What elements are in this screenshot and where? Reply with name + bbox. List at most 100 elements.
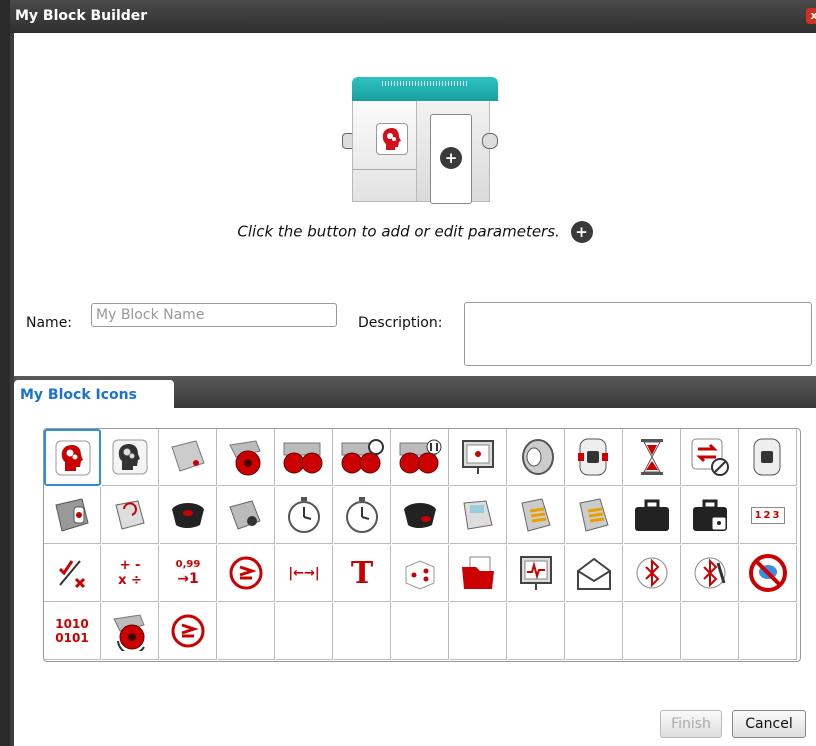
icon-cell[interactable] [102, 603, 159, 660]
icon-cell[interactable]: 123 [740, 487, 797, 544]
icon-grid: 123 + -x ÷ 0,99 →1 |←→| T 1010 0101 [43, 428, 801, 662]
icon-cell[interactable] [44, 429, 101, 486]
loop-interrupt-icon [688, 435, 732, 479]
icon-cell[interactable] [392, 429, 449, 486]
icon-cell[interactable] [508, 487, 565, 544]
dialog-title: My Block Builder [15, 8, 148, 24]
icon-cell[interactable] [160, 429, 217, 486]
icon-cell[interactable] [160, 487, 217, 544]
close-icon[interactable]: x [806, 8, 816, 24]
description-input[interactable] [464, 302, 812, 366]
block-head-icon [376, 123, 408, 155]
icon-cell[interactable] [624, 429, 681, 486]
icon-cell[interactable] [508, 429, 565, 486]
icon-cell[interactable] [392, 487, 449, 544]
icon-cell[interactable] [102, 429, 159, 486]
icon-cell[interactable] [450, 545, 507, 602]
block-editor-panel: + Click the button to add or edit parame… [14, 33, 816, 376]
icon-cell[interactable] [624, 545, 681, 602]
medium-motor-icon [166, 435, 210, 479]
icon-cell[interactable]: + -x ÷ [102, 545, 159, 602]
temperature-sensor-icon [572, 493, 616, 537]
icon-cell[interactable] [334, 487, 391, 544]
bluetooth-off-icon [688, 551, 732, 595]
energy-meter-icon [514, 493, 558, 537]
cancel-button[interactable]: Cancel [732, 710, 806, 738]
display-icon [456, 435, 500, 479]
icon-cell[interactable] [508, 545, 565, 602]
messaging-envelope-icon [572, 551, 616, 595]
icon-cell[interactable] [566, 429, 623, 486]
move-steering-wheel-icon [340, 435, 384, 479]
icon-cell[interactable] [44, 487, 101, 544]
wait-hourglass-icon [630, 435, 674, 479]
instruction-row: Click the button to add or edit paramete… [14, 221, 816, 243]
empty-icon-cell [682, 603, 739, 660]
icon-cell[interactable] [160, 603, 217, 660]
icon-cell[interactable] [450, 487, 507, 544]
empty-icon-cell [566, 603, 623, 660]
binary-1010-0101-icon: 1010 0101 [55, 617, 89, 645]
icon-cell[interactable] [276, 429, 333, 486]
empty-icon-cell [508, 603, 565, 660]
empty-icon-cell [450, 603, 507, 660]
icon-cell[interactable]: 1010 0101 [44, 603, 101, 660]
icon-cell[interactable] [218, 487, 275, 544]
random-dice-icon [398, 551, 442, 595]
suitcase-lock-icon [688, 493, 732, 537]
icon-cell[interactable] [218, 429, 275, 486]
block-cap [352, 77, 498, 101]
brick-status-light-icon [572, 435, 616, 479]
icon-cell[interactable] [450, 429, 507, 486]
my-block-builder-dialog: My Block Builder x + Click the button to… [10, 0, 816, 746]
icon-cell[interactable] [392, 545, 449, 602]
timer-icon [340, 493, 384, 537]
move-steering-pair-icon [282, 435, 326, 479]
description-label: Description: [358, 315, 443, 331]
data-logging-icon [514, 551, 558, 595]
icon-cell[interactable] [566, 545, 623, 602]
finish-button[interactable]: Finish [660, 710, 722, 738]
output-plug-icon [482, 133, 498, 149]
motor-rotation-icon [224, 493, 268, 537]
add-parameter-button[interactable]: + [440, 147, 462, 169]
text-icon: T [350, 555, 374, 591]
icon-cell[interactable] [44, 545, 101, 602]
empty-icon-cell [276, 603, 333, 660]
icon-cell[interactable] [682, 545, 739, 602]
icon-cell[interactable] [740, 545, 797, 602]
icon-cell[interactable] [566, 487, 623, 544]
ir-beacon-icon [456, 493, 500, 537]
file-access-icon [456, 551, 500, 595]
icon-cell[interactable] [102, 487, 159, 544]
tab-my-block-icons[interactable]: My Block Icons [14, 380, 174, 408]
brain-gears-red-icon [51, 436, 95, 480]
empty-icon-cell [624, 603, 681, 660]
icon-cell[interactable]: |←→| [276, 545, 333, 602]
round-number-icon: 0,99 →1 [175, 559, 201, 587]
icon-cell[interactable] [740, 429, 797, 486]
empty-icon-cell [334, 603, 391, 660]
empty-icon-cell [392, 603, 449, 660]
icon-cell[interactable] [624, 487, 681, 544]
title-bar[interactable]: My Block Builder x [10, 0, 816, 33]
move-tank-icon [398, 435, 442, 479]
tab-bar: My Block Icons [14, 376, 816, 408]
icon-cell[interactable]: 0,99 →1 [160, 545, 217, 602]
numbers-123-icon: 123 [746, 493, 790, 537]
math-operators-icon: + -x ÷ [118, 558, 142, 588]
compare-small-icon [166, 609, 210, 653]
empty-icon-cell [218, 603, 275, 660]
name-input[interactable] [91, 303, 337, 327]
icon-cell[interactable] [334, 429, 391, 486]
icon-cell[interactable] [276, 487, 333, 544]
bluetooth-icon [630, 551, 674, 595]
icon-cell[interactable] [682, 429, 739, 486]
add-parameter-inline-button[interactable]: + [570, 221, 593, 243]
empty-icon-cell [740, 603, 797, 660]
brain-gears-gray-icon [108, 435, 152, 479]
icon-cell[interactable] [218, 545, 275, 602]
icon-cell[interactable] [682, 487, 739, 544]
gyro-sensor-icon [108, 493, 152, 537]
icon-cell[interactable]: T [334, 545, 391, 602]
